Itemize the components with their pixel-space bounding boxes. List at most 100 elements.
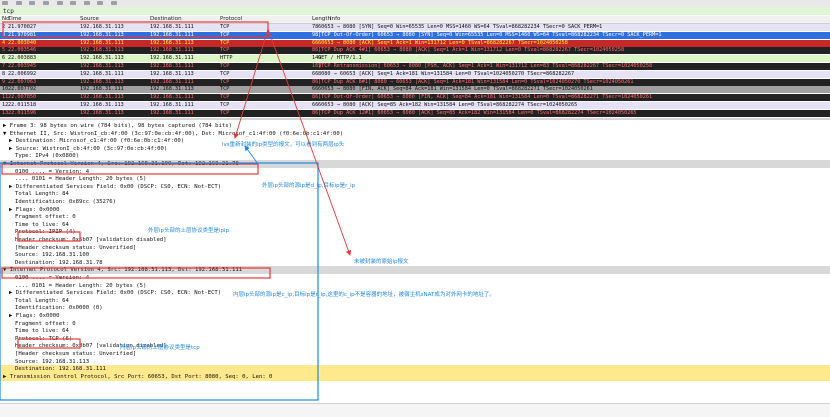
packet-cell-dst: 192.168.31.111 [150, 109, 194, 116]
annotation-inner-ip: 内层ip头部的源ip是c_ip,目标ip是r_ip,这里的c_ip不是容器的地址… [233, 292, 495, 298]
packet-cell-time: 22.007063 [8, 78, 37, 85]
packet-cell-proto: TCP [220, 47, 230, 54]
packet-cell-proto: TCP [220, 86, 230, 93]
packet-cell-time: 22.011518 [8, 102, 37, 108]
close-icon[interactable] [29, 1, 36, 5]
packet-cell-info: [TCP Dup ACK 12#1] 60653 → 8080 [ACK] Se… [318, 109, 637, 116]
packet-cell-no: 3 [2, 31, 6, 38]
packet-cell-proto: TCP [220, 109, 230, 116]
detail-line[interactable]: ▶ Transmission Control Protocol, Src Por… [0, 372, 830, 381]
filter-input[interactable]: tcp [3, 8, 14, 15]
packet-cell-time: 21.970981 [8, 31, 37, 38]
reload-icon[interactable] [42, 1, 49, 5]
packet-row[interactable]: 9 22.007063 192.168.31.113 192.168.31.111 TC… [0, 78, 830, 86]
zoom-out-icon[interactable] [111, 1, 117, 5]
packet-cell-src: 192.168.31.113 [80, 24, 124, 30]
packet-cell-dst: 192.168.31.111 [150, 94, 194, 101]
packet-cell-dst: 192.168.31.111 [150, 24, 194, 30]
packet-cell-no: 6 [2, 55, 6, 62]
detail-line-text: ▶ Transmission Control Protocol, Src Por… [3, 373, 273, 380]
packet-cell-src: 192.168.31.113 [80, 31, 124, 38]
packet-cell-time: 22.003883 [8, 55, 37, 62]
annotation-outer-proto: 外层ip头部的上层协议类型是ipip [148, 228, 230, 234]
packet-cell-src: 192.168.31.113 [80, 109, 124, 116]
open-file-icon[interactable] [2, 1, 8, 5]
back-icon[interactable] [70, 1, 77, 5]
pane-splitter[interactable] [0, 118, 830, 120]
annotation-inner-proto: 内层ip头部的上层协议类型是tcp [120, 345, 200, 351]
packet-cell-dst: 192.168.31.111 [150, 31, 194, 38]
packet-cell-time: 22.003546 [8, 47, 37, 54]
packet-row[interactable]: 13 22.011596 192.168.31.113 192.168.31.111 T… [0, 109, 830, 117]
packet-cell-dst: 192.168.31.113 [150, 39, 194, 46]
col-header-time[interactable]: Time [8, 16, 21, 22]
packet-cell-proto: TCP [220, 94, 230, 101]
packet-cell-proto: HTTP [220, 55, 233, 62]
packet-row[interactable]: 4 22.003040 192.168.31.111 192.168.31.113 TC… [0, 39, 830, 47]
packet-cell-no: 5 [2, 47, 6, 54]
packet-row[interactable]: 8 22.006992 192.168.31.111 192.168.31.113 TC… [0, 70, 830, 78]
packet-cell-no: 8 [2, 70, 6, 77]
col-header-info[interactable]: Info [330, 16, 340, 22]
packet-cell-info: 60653 → 8080 [ACK] Seq=85 Ack=182 Win=13… [318, 102, 578, 108]
packet-cell-time: 22.007792 [8, 86, 37, 93]
packet-row[interactable]: 7 22.003945 192.168.31.113 192.168.31.111 TC… [0, 63, 830, 70]
filter-valid-background [0, 7, 830, 15]
packet-cell-proto: TCP [220, 39, 230, 46]
packet-cell-src: 192.168.31.113 [80, 78, 124, 85]
packet-cell-no: 7 [2, 63, 6, 69]
packet-cell-proto: TCP [220, 31, 230, 38]
packet-cell-no: 9 [2, 78, 6, 85]
packet-cell-no: 2 [2, 24, 6, 30]
col-header-destination[interactable]: Destination [150, 16, 182, 22]
packet-row[interactable]: 12 22.011518 192.168.31.113 192.168.31.111 T… [0, 102, 830, 109]
packet-cell-src: 192.168.31.113 [80, 94, 124, 101]
packet-details-tree[interactable]: ▶ Frame 3: 98 bytes on wire (784 bits), … [0, 122, 830, 392]
find-icon[interactable] [56, 1, 63, 5]
packet-cell-info: [TCP Out-Of-Order] 60653 → 8080 [FIN, AC… [318, 94, 653, 101]
packet-cell-no: 4 [2, 39, 6, 46]
packet-cell-src: 192.168.31.113 [80, 102, 124, 108]
col-header-protocol[interactable]: Protocol [220, 16, 242, 22]
packet-cell-dst: 192.168.31.111 [150, 47, 194, 54]
packet-cell-proto: TCP [220, 78, 230, 85]
packet-cell-info: [TCP Out-Of-Order] 60653 → 8080 [SYN] Se… [318, 31, 662, 38]
packet-row[interactable]: 11 22.007850 192.168.31.113 192.168.31.111 T… [0, 94, 830, 102]
packet-cell-info: GET / HTTP/1.1 [318, 55, 362, 62]
packet-row[interactable]: 10 22.007792 192.168.31.111 192.168.31.113 T… [0, 86, 830, 94]
annotation-outer-ip: 外层ip头部的源ip是d_ip,目标ip是r_ip [262, 183, 356, 189]
packet-cell-src: 192.168.31.111 [80, 39, 124, 46]
packet-row[interactable]: 6 22.003883 192.168.31.113 192.168.31.111 HT… [0, 55, 830, 63]
packet-cell-proto: TCP [220, 63, 230, 69]
packet-cell-src: 192.168.31.113 [80, 47, 124, 54]
packet-cell-time: 22.006992 [8, 70, 37, 77]
packet-cell-proto: TCP [220, 24, 230, 30]
forward-icon[interactable] [83, 1, 90, 5]
save-icon[interactable] [15, 1, 22, 5]
annotation-lvs: lvs重新封装的ip类型的报文，可以看到有两层ip头 [222, 142, 345, 148]
packet-cell-proto: TCP [220, 102, 230, 108]
packet-row[interactable]: 2 21.970027 192.168.31.113 192.168.31.111 TC… [0, 24, 830, 31]
packet-cell-info: [TCP Dup ACK 4#1] 60653 → 8080 [ACK] Seq… [318, 47, 625, 54]
status-bar [0, 403, 830, 417]
packet-cell-info: 8080 → 60653 [ACK] Seq=1 Ack=181 Win=131… [318, 70, 575, 77]
packet-cell-dst: 192.168.31.111 [150, 102, 194, 108]
packet-cell-proto: TCP [220, 70, 230, 77]
zoom-in-icon[interactable] [97, 1, 104, 5]
packet-cell-info: 60653 → 8080 [FIN, ACK] Seq=84 Ack=181 W… [318, 86, 593, 93]
packet-row[interactable]: 3 21.970981 192.168.31.113 192.168.31.111 TC… [0, 31, 830, 39]
packet-cell-time: 22.011596 [8, 109, 37, 116]
col-header-source[interactable]: Source [80, 16, 99, 22]
packet-row[interactable]: 5 22.003546 192.168.31.113 192.168.31.111 TC… [0, 47, 830, 55]
packet-list[interactable]: No. Time Source Destination Protocol Len… [0, 16, 830, 118]
annotation-unencap: 未被封装的原始ip报文 [354, 259, 409, 265]
packet-cell-dst: 192.168.31.111 [150, 55, 194, 62]
packet-cell-info: 60653 → 8080 [SYN] Seq=0 Win=65535 Len=0… [318, 24, 603, 30]
packet-cell-src: 192.168.31.113 [80, 55, 124, 62]
packet-cell-src: 192.168.31.111 [80, 86, 124, 93]
packet-cell-time: 21.970027 [8, 24, 37, 30]
packet-cell-dst: 192.168.31.113 [150, 86, 194, 93]
col-header-length[interactable]: Length [312, 16, 331, 22]
packet-cell-src: 192.168.31.113 [80, 63, 124, 69]
packet-cell-info: [TCP Dup ACK 8#1] 8080 → 60653 [ACK] Seq… [318, 78, 634, 85]
